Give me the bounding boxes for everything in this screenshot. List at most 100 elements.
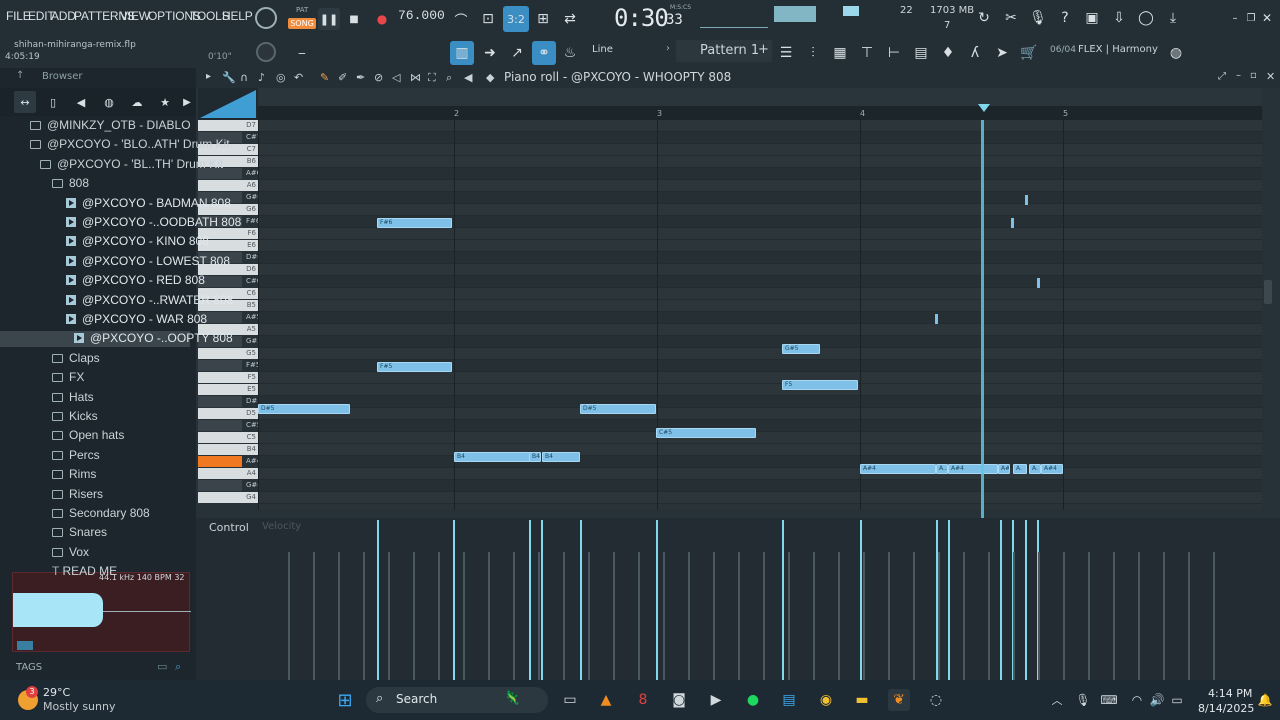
playhead-marker[interactable] <box>978 104 990 112</box>
plugin-name[interactable]: FLEX | Harmony <box>1078 44 1158 55</box>
browser-item[interactable]: Percs <box>52 448 100 462</box>
tags-folder-icon[interactable]: ▭ <box>157 660 167 673</box>
pr-delete-icon[interactable]: ⊘ <box>374 71 383 84</box>
piano-key[interactable]: G4 <box>198 492 258 503</box>
pr-close-icon[interactable]: ✕ <box>1266 70 1275 83</box>
pause-icon[interactable]: ❚❚ <box>318 8 340 30</box>
menu-help[interactable]: HELP <box>222 9 253 23</box>
piano-key[interactable]: B4 <box>198 444 258 455</box>
browser-item[interactable]: 808 <box>52 176 89 190</box>
velocity-bar[interactable] <box>529 520 531 680</box>
cut-tool-icon[interactable]: ✂ <box>1000 7 1022 29</box>
midi-note[interactable]: B4 <box>529 452 541 462</box>
link-icon[interactable]: ⚭ <box>532 41 556 65</box>
countdown-icon[interactable]: 3:2 <box>503 6 529 32</box>
browser-item[interactable]: Rims <box>52 467 96 481</box>
globe-icon[interactable]: ◍ <box>1165 42 1187 64</box>
pr-detach-icon[interactable]: ⤢ <box>1218 71 1226 82</box>
notepad-icon[interactable]: ▤ <box>778 689 800 711</box>
taskbar-search[interactable]: ⌕ Search 🦎 <box>366 687 548 713</box>
browser-globe-icon[interactable]: ◍ <box>98 91 120 113</box>
menu-file[interactable]: FILE <box>6 9 31 23</box>
play-icon-small[interactable]: › <box>666 43 670 54</box>
midi-note[interactable]: D#5 <box>580 404 656 414</box>
browser-speaker-icon[interactable]: ◀ <box>70 91 92 113</box>
clock-date[interactable]: 8/14/2025 <box>1198 702 1254 715</box>
add-pattern-icon[interactable]: + <box>758 42 769 57</box>
file-explorer-icon[interactable]: ▬ <box>851 689 873 711</box>
piano-key[interactable]: E5 <box>198 384 258 395</box>
browser-item[interactable]: @PXCOYO - BADMAN 808 <box>66 196 231 210</box>
notification-bell-icon[interactable]: 🔔 <box>1254 689 1276 711</box>
tags-search-icon[interactable]: ⌕ <box>175 660 181 674</box>
browser-item[interactable]: Kicks <box>52 409 98 423</box>
tray-mic-icon[interactable]: 🎙 <box>1072 689 1094 711</box>
render-icon[interactable]: ⇩ <box>1108 7 1130 29</box>
browser-item[interactable]: @PXCOYO - RED 808 <box>66 273 205 287</box>
browser-item[interactable]: @PXCOYO - WAR 808 <box>66 312 207 326</box>
pr-select-icon[interactable]: ⛶ <box>428 71 436 85</box>
midi-note[interactable]: A#4 <box>1041 464 1063 474</box>
stop-icon[interactable]: ■ <box>343 8 365 30</box>
loop-record-icon[interactable]: ⇄ <box>559 8 581 30</box>
routing-icon[interactable]: ⊤ <box>856 42 878 64</box>
midi-note[interactable]: B4 <box>542 452 580 462</box>
spotify-icon[interactable]: ● <box>742 689 764 711</box>
clock-time[interactable]: 4:14 PM <box>1208 687 1252 700</box>
pr-mute-icon[interactable]: ◁ <box>392 71 400 84</box>
piano-key[interactable]: A#4 <box>198 456 261 467</box>
piano-key[interactable]: A4 <box>198 468 258 479</box>
download-icon[interactable]: ⤓ <box>1162 7 1184 29</box>
browser-item[interactable]: @PXCOYO -..OODBATH 808 <box>66 215 241 229</box>
pattern-selector[interactable]: Pattern 1 + <box>676 40 772 62</box>
tempo-display[interactable]: 76.000 <box>398 8 445 28</box>
channel-rack-icon[interactable]: ⫶ <box>802 42 824 64</box>
midi-note[interactable]: A. <box>1029 464 1041 474</box>
pr-pencil-icon[interactable]: ✎ <box>320 71 329 84</box>
browser-star-icon[interactable]: ★ <box>154 91 176 113</box>
browser-item[interactable]: @PXCOYO - 'BLO..ATH' Drum Kit <box>30 137 230 151</box>
velocity-bar[interactable] <box>860 520 862 680</box>
record-icon[interactable]: ● <box>371 8 393 30</box>
menu-view[interactable]: VIEW <box>120 9 150 23</box>
browser-item[interactable]: @MINKZY_OTB - DIABLO <box>30 118 191 132</box>
pr-maximize-icon[interactable]: ▫ <box>1250 70 1257 81</box>
midi-note[interactable]: G#5 <box>782 344 820 354</box>
browser-item[interactable]: Risers <box>52 487 103 501</box>
velocity-bar[interactable] <box>1000 520 1002 680</box>
browser-up-icon[interactable]: ↑ <box>16 70 24 81</box>
close-icon[interactable]: ✕ <box>1256 7 1278 29</box>
master-volume-knob[interactable] <box>255 7 277 29</box>
pr-overview[interactable] <box>258 88 1262 106</box>
piano-key[interactable]: F#5 <box>198 360 260 371</box>
midi-note[interactable]: A. <box>1013 464 1027 474</box>
browser-item[interactable]: @PXCOYO -..RWATER 808 <box>66 293 233 307</box>
midi-note[interactable]: D#5 <box>258 404 350 414</box>
media-player-icon[interactable]: ▶ <box>705 689 727 711</box>
pr-zoom-icon[interactable]: ⌕ <box>446 71 452 85</box>
chat-icon[interactable]: ◯ <box>1135 7 1157 29</box>
pr-minimize-icon[interactable]: – <box>1236 70 1241 81</box>
piano-key[interactable]: D#5 <box>198 396 262 407</box>
browser-all-icon[interactable]: ↔ <box>14 91 36 113</box>
piano-key[interactable]: G5 <box>198 348 258 359</box>
typing-keyboard-icon[interactable]: ♨ <box>559 42 581 64</box>
velocity-bar[interactable] <box>782 520 784 680</box>
pr-vertical-scrollbar[interactable] <box>1264 280 1272 304</box>
tray-keyboard-icon[interactable]: ⌨ <box>1098 689 1120 711</box>
browser-files-icon[interactable]: ▯ <box>42 91 64 113</box>
browser-item[interactable]: @PXCOYO - KINO 808 <box>66 234 209 248</box>
velocity-bar[interactable] <box>580 520 582 680</box>
step-edit-icon[interactable]: ⊞ <box>532 8 554 30</box>
clipboard-icon[interactable]: ▤ <box>910 42 932 64</box>
slider-icon[interactable]: ‒ <box>291 42 313 64</box>
browser-item[interactable]: Vox <box>52 545 89 559</box>
pr-channel-icon[interactable]: ◆ <box>486 71 494 84</box>
velocity-bar[interactable] <box>656 520 658 680</box>
velocity-bar[interactable] <box>1025 520 1027 680</box>
chrome-icon[interactable]: ◉ <box>815 689 837 711</box>
midi-note[interactable]: A#4 <box>860 464 936 474</box>
piano-key[interactable]: G#4 <box>198 480 262 491</box>
pr-magnet-icon[interactable]: ∩ <box>240 71 248 84</box>
wait-icon[interactable]: ⊡ <box>477 8 499 30</box>
